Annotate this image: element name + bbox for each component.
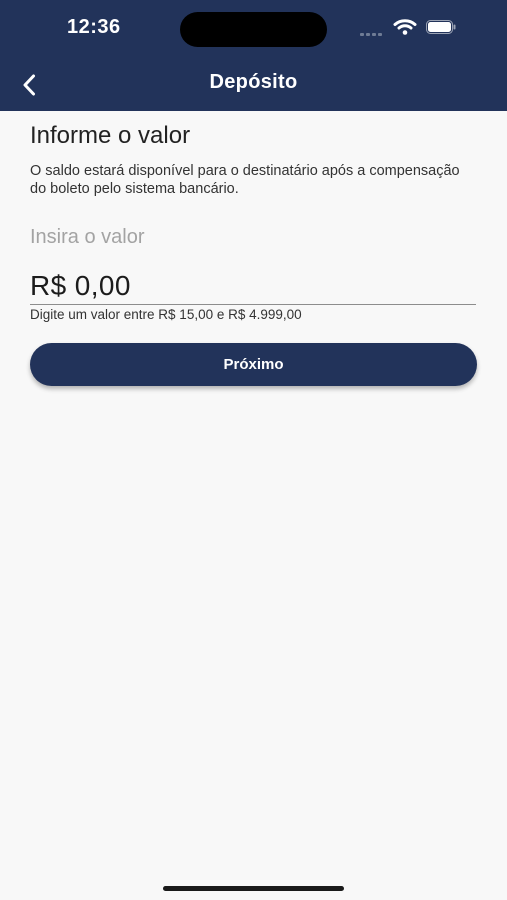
cellular-signal-icon xyxy=(360,30,384,36)
amount-hint: Digite um valor entre R$ 15,00 e R$ 4.99… xyxy=(30,307,302,322)
amount-label: Insira o valor xyxy=(30,226,145,248)
battery-icon xyxy=(426,20,456,34)
form-title: Informe o valor xyxy=(30,122,191,149)
dynamic-island xyxy=(180,12,327,47)
home-indicator xyxy=(163,886,344,891)
status-time: 12:36 xyxy=(67,16,121,38)
page-title: Depósito xyxy=(209,71,298,93)
form-description: O saldo estará disponível para o destina… xyxy=(30,163,460,197)
app-header: 12:36 Depósito xyxy=(0,0,507,111)
wifi-icon xyxy=(393,19,417,35)
next-button[interactable]: Próximo xyxy=(30,343,477,386)
amount-input[interactable] xyxy=(30,268,476,305)
